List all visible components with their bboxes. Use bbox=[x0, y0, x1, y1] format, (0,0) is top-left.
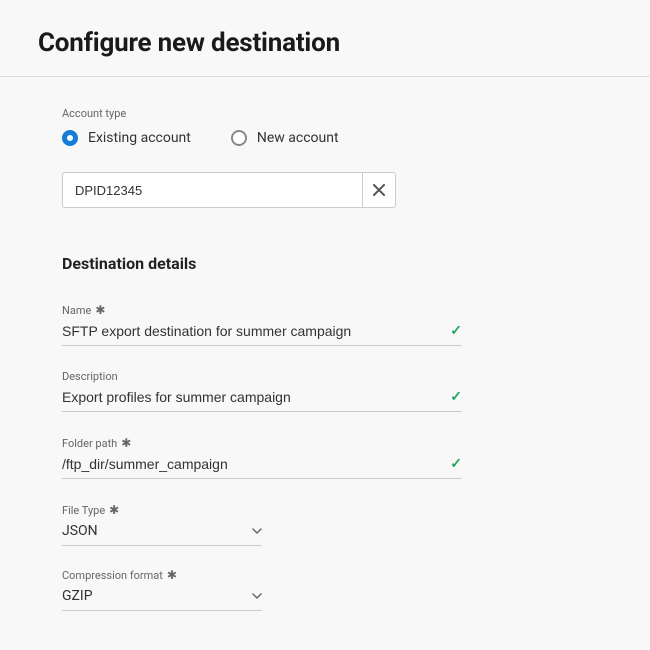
required-asterisk-icon: ✱ bbox=[109, 503, 119, 517]
check-icon: ✓ bbox=[450, 389, 462, 405]
name-field-label: Name ✱ bbox=[62, 303, 462, 317]
clear-account-button[interactable] bbox=[362, 172, 396, 208]
radio-new-account[interactable]: New account bbox=[231, 130, 339, 146]
account-type-label: Account type bbox=[62, 107, 650, 120]
folder-path-input[interactable] bbox=[62, 456, 462, 472]
description-field-label: Description bbox=[62, 370, 462, 383]
compression-field-label: Compression format ✱ bbox=[62, 568, 262, 582]
check-icon: ✓ bbox=[450, 323, 462, 339]
name-input[interactable] bbox=[62, 323, 462, 339]
account-id-input[interactable] bbox=[62, 172, 362, 208]
radio-new-label: New account bbox=[257, 130, 339, 146]
chevron-down-icon bbox=[252, 591, 262, 601]
destination-details-title: Destination details bbox=[62, 254, 650, 273]
check-icon: ✓ bbox=[450, 456, 462, 472]
required-asterisk-icon: ✱ bbox=[95, 303, 105, 317]
file-type-value: JSON bbox=[62, 523, 98, 539]
page-title: Configure new destination bbox=[38, 28, 650, 58]
compression-format-select[interactable]: GZIP bbox=[62, 588, 262, 611]
radio-unselected-icon bbox=[231, 130, 247, 146]
description-input[interactable] bbox=[62, 389, 462, 405]
radio-selected-icon bbox=[62, 130, 78, 146]
radio-existing-label: Existing account bbox=[88, 130, 191, 146]
file-type-select[interactable]: JSON bbox=[62, 523, 262, 546]
compression-value: GZIP bbox=[62, 588, 93, 604]
folder-path-field-label: Folder path ✱ bbox=[62, 436, 462, 450]
required-asterisk-icon: ✱ bbox=[121, 436, 131, 450]
close-icon bbox=[373, 181, 385, 200]
required-asterisk-icon: ✱ bbox=[167, 568, 177, 582]
radio-existing-account[interactable]: Existing account bbox=[62, 130, 191, 146]
file-type-field-label: File Type ✱ bbox=[62, 503, 262, 517]
account-type-radio-group: Existing account New account bbox=[62, 130, 650, 146]
section-divider bbox=[0, 76, 650, 77]
chevron-down-icon bbox=[252, 526, 262, 536]
